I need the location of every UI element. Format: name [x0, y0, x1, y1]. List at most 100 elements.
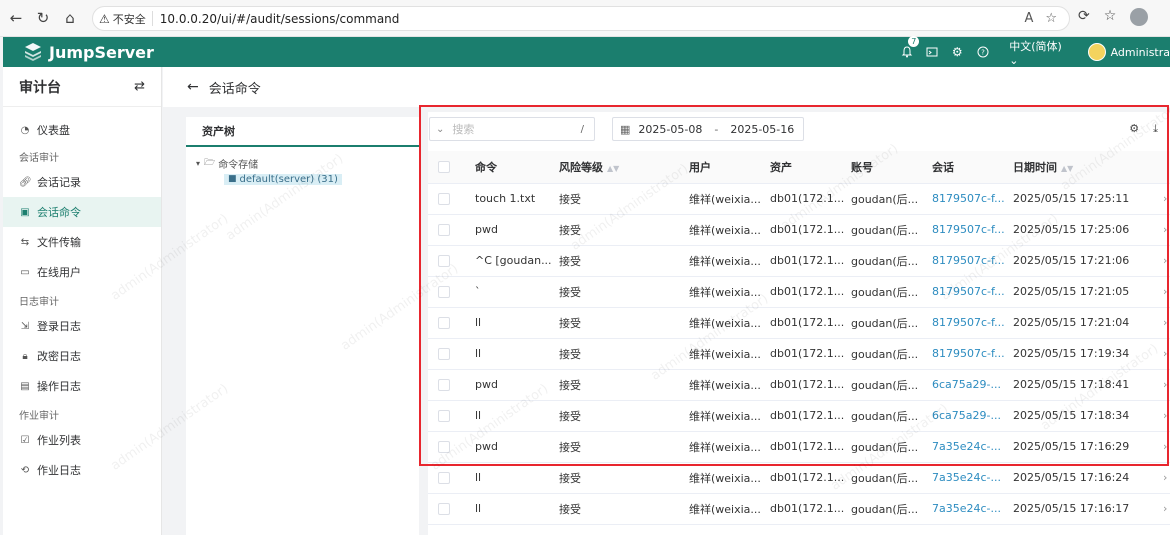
table-row[interactable]: ll 接受 维祥(weixia... db01(172.1... goudan(后...…: [428, 493, 1170, 525]
cell-session[interactable]: 8179507c-f...: [932, 307, 1013, 339]
search-input[interactable]: ⌄ 搜索 /: [429, 117, 595, 141]
extensions-icon[interactable]: ⟳: [1078, 8, 1090, 26]
cell-session[interactable]: 8179507c-f...: [932, 245, 1013, 277]
help-icon[interactable]: ?: [976, 44, 989, 60]
back-icon[interactable]: ←: [5, 7, 27, 29]
sidebar-item-online-users[interactable]: ▭ 在线用户: [3, 257, 161, 287]
row-expand-icon[interactable]: ›: [1163, 245, 1170, 277]
sidebar-item-file-transfer[interactable]: ⇆ 文件传输: [3, 227, 161, 257]
date-range-picker[interactable]: ▦ 2025-05-08 - 2025-05-16: [612, 117, 804, 141]
cell-session[interactable]: 7a35e24c-...: [932, 493, 1013, 525]
sidebar-item-job-logs[interactable]: ⟲ 作业日志: [3, 455, 161, 485]
sort-icon[interactable]: ▲▼: [1061, 164, 1073, 173]
table-row[interactable]: ll 接受 维祥(weixia... db01(172.1... goudan(后...…: [428, 462, 1170, 494]
tree-node-default-server[interactable]: ■ default(server) (31): [224, 173, 342, 185]
table-row[interactable]: ll 接受 维祥(weixia... db01(172.1... goudan(后...…: [428, 338, 1170, 370]
cell-asset: db01(172.1...: [770, 400, 851, 432]
column-header-risk-level[interactable]: 风险等级 ▲▼: [559, 151, 689, 184]
cell-session[interactable]: 8179507c-f...: [932, 183, 1013, 215]
cell-session[interactable]: 8179507c-f...: [932, 214, 1013, 246]
table-row[interactable]: ` 接受 维祥(weixia... db01(172.1... goudan(后... 8…: [428, 276, 1170, 308]
sidebar-item-session-records[interactable]: 🔗︎ 会话记录: [3, 167, 161, 197]
cell-session[interactable]: 6ca75a29-...: [932, 369, 1013, 401]
table-row[interactable]: ^C [goudan... 接受 维祥(weixia... db01(172.1...…: [428, 245, 1170, 277]
row-expand-icon[interactable]: ›: [1163, 400, 1170, 432]
row-expand-icon[interactable]: ›: [1163, 183, 1170, 215]
row-expand-icon[interactable]: ›: [1163, 338, 1170, 370]
sidebar-item-label: 会话命令: [37, 206, 81, 219]
sidebar-item-password-change-logs[interactable]: 🔒︎ 改密日志: [3, 341, 161, 371]
security-indicator[interactable]: ⚠ 不安全: [99, 11, 153, 26]
reload-icon[interactable]: ↻: [32, 7, 54, 29]
tree-node-command-storage[interactable]: ▾ 🗁 命令存储: [186, 155, 419, 171]
cell-command: ll: [475, 493, 559, 525]
row-expand-icon[interactable]: ›: [1163, 462, 1170, 494]
sidebar-item-job-list[interactable]: ☑ 作业列表: [3, 425, 161, 455]
settings-gear-icon[interactable]: ⚙: [951, 44, 964, 60]
cell-session[interactable]: 8179507c-f...: [932, 338, 1013, 370]
profile-avatar[interactable]: [1130, 8, 1149, 26]
row-checkbox[interactable]: [438, 379, 450, 391]
row-checkbox[interactable]: [438, 472, 450, 484]
table-row[interactable]: pwd 接受 维祥(weixia... db01(172.1... goudan(后..…: [428, 214, 1170, 246]
favorite-star-icon[interactable]: ☆: [1045, 11, 1057, 26]
column-header-datetime[interactable]: 日期时间 ▲▼: [1013, 151, 1163, 184]
favorites-icon[interactable]: ☆: [1104, 8, 1117, 26]
row-expand-icon[interactable]: ›: [1163, 307, 1170, 339]
download-icon[interactable]: ⤓: [1153, 122, 1158, 136]
row-expand-icon[interactable]: ›: [1163, 214, 1170, 246]
home-icon[interactable]: ⌂: [59, 7, 81, 29]
table-row[interactable]: ll 接受 维祥(weixia... db01(172.1... goudan(后...…: [428, 400, 1170, 432]
cell-asset: db01(172.1...: [770, 276, 851, 308]
table-row[interactable]: pwd 接受 维祥(weixia... db01(172.1... goudan(后..…: [428, 369, 1170, 401]
language-select[interactable]: 中文(简体) ⌄: [1009, 38, 1063, 67]
sidebar-item-login-logs[interactable]: ⇲ 登录日志: [3, 311, 161, 341]
cell-datetime: 2025/05/15 17:21:04: [1013, 307, 1163, 339]
cell-session[interactable]: 8179507c-f...: [932, 276, 1013, 308]
row-checkbox[interactable]: [438, 503, 450, 515]
user-menu[interactable]: Administra: [1087, 43, 1170, 61]
select-all-checkbox[interactable]: [438, 161, 450, 174]
sidebar-item-session-commands[interactable]: ▣ 会话命令: [3, 197, 161, 227]
date-end[interactable]: 2025-05-16: [730, 123, 794, 136]
sidebar-item-dashboard[interactable]: ◔ 仪表盘: [3, 115, 161, 145]
bell-icon[interactable]: 7: [900, 36, 920, 60]
brand-logo[interactable]: JumpServer: [23, 42, 154, 62]
row-checkbox[interactable]: [438, 255, 450, 267]
cell-session[interactable]: 7a35e24c-...: [932, 462, 1013, 494]
row-checkbox[interactable]: [438, 410, 450, 422]
sidebar-item-operation-logs[interactable]: ▤ 操作日志: [3, 371, 161, 401]
caret-down-icon[interactable]: ▾: [196, 159, 200, 168]
row-expand-icon[interactable]: ›: [1163, 276, 1170, 308]
row-expand-icon[interactable]: ›: [1163, 493, 1170, 525]
table-row[interactable]: touch 1.txt 接受 维祥(weixia... db01(172.1... go…: [428, 183, 1170, 215]
cell-session[interactable]: 6ca75a29-...: [932, 400, 1013, 432]
read-aloud-icon[interactable]: A: [1024, 11, 1033, 26]
sort-icon[interactable]: ▲▼: [607, 164, 619, 173]
address-bar[interactable]: ⚠ 不安全 10.0.0.20/ui/#/audit/sessions/comm…: [92, 6, 1070, 31]
row-checkbox[interactable]: [438, 193, 450, 205]
row-checkbox[interactable]: [438, 441, 450, 453]
row-checkbox[interactable]: [438, 348, 450, 360]
language-label: 中文(简体): [1009, 39, 1062, 53]
date-start[interactable]: 2025-05-08: [638, 123, 702, 136]
cell-user: 维祥(weixia...: [689, 307, 770, 339]
back-arrow-icon[interactable]: ←: [187, 79, 199, 95]
url-text[interactable]: 10.0.0.20/ui/#/audit/sessions/command: [160, 12, 400, 26]
row-expand-icon[interactable]: ›: [1163, 369, 1170, 401]
chevron-down-icon[interactable]: ⌄: [436, 124, 444, 135]
table-row[interactable]: pwd 接受 维祥(weixia... db01(172.1... goudan(后..…: [428, 431, 1170, 463]
terminal-icon[interactable]: [925, 44, 938, 60]
cell-user: 维祥(weixia...: [689, 369, 770, 401]
cell-user: 维祥(weixia...: [689, 493, 770, 525]
row-checkbox[interactable]: [438, 286, 450, 298]
cell-session[interactable]: 7a35e24c-...: [932, 431, 1013, 463]
table-row[interactable]: ll 接受 维祥(weixia... db01(172.1... goudan(后...…: [428, 307, 1170, 339]
cell-command: pwd: [475, 369, 559, 401]
row-expand-icon[interactable]: ›: [1163, 431, 1170, 463]
row-checkbox[interactable]: [438, 224, 450, 236]
switch-view-icon[interactable]: ⇄: [134, 79, 145, 94]
row-checkbox[interactable]: [438, 317, 450, 329]
cell-risk-level: 接受: [559, 338, 689, 370]
table-settings-icon[interactable]: ⚙: [1129, 122, 1139, 136]
